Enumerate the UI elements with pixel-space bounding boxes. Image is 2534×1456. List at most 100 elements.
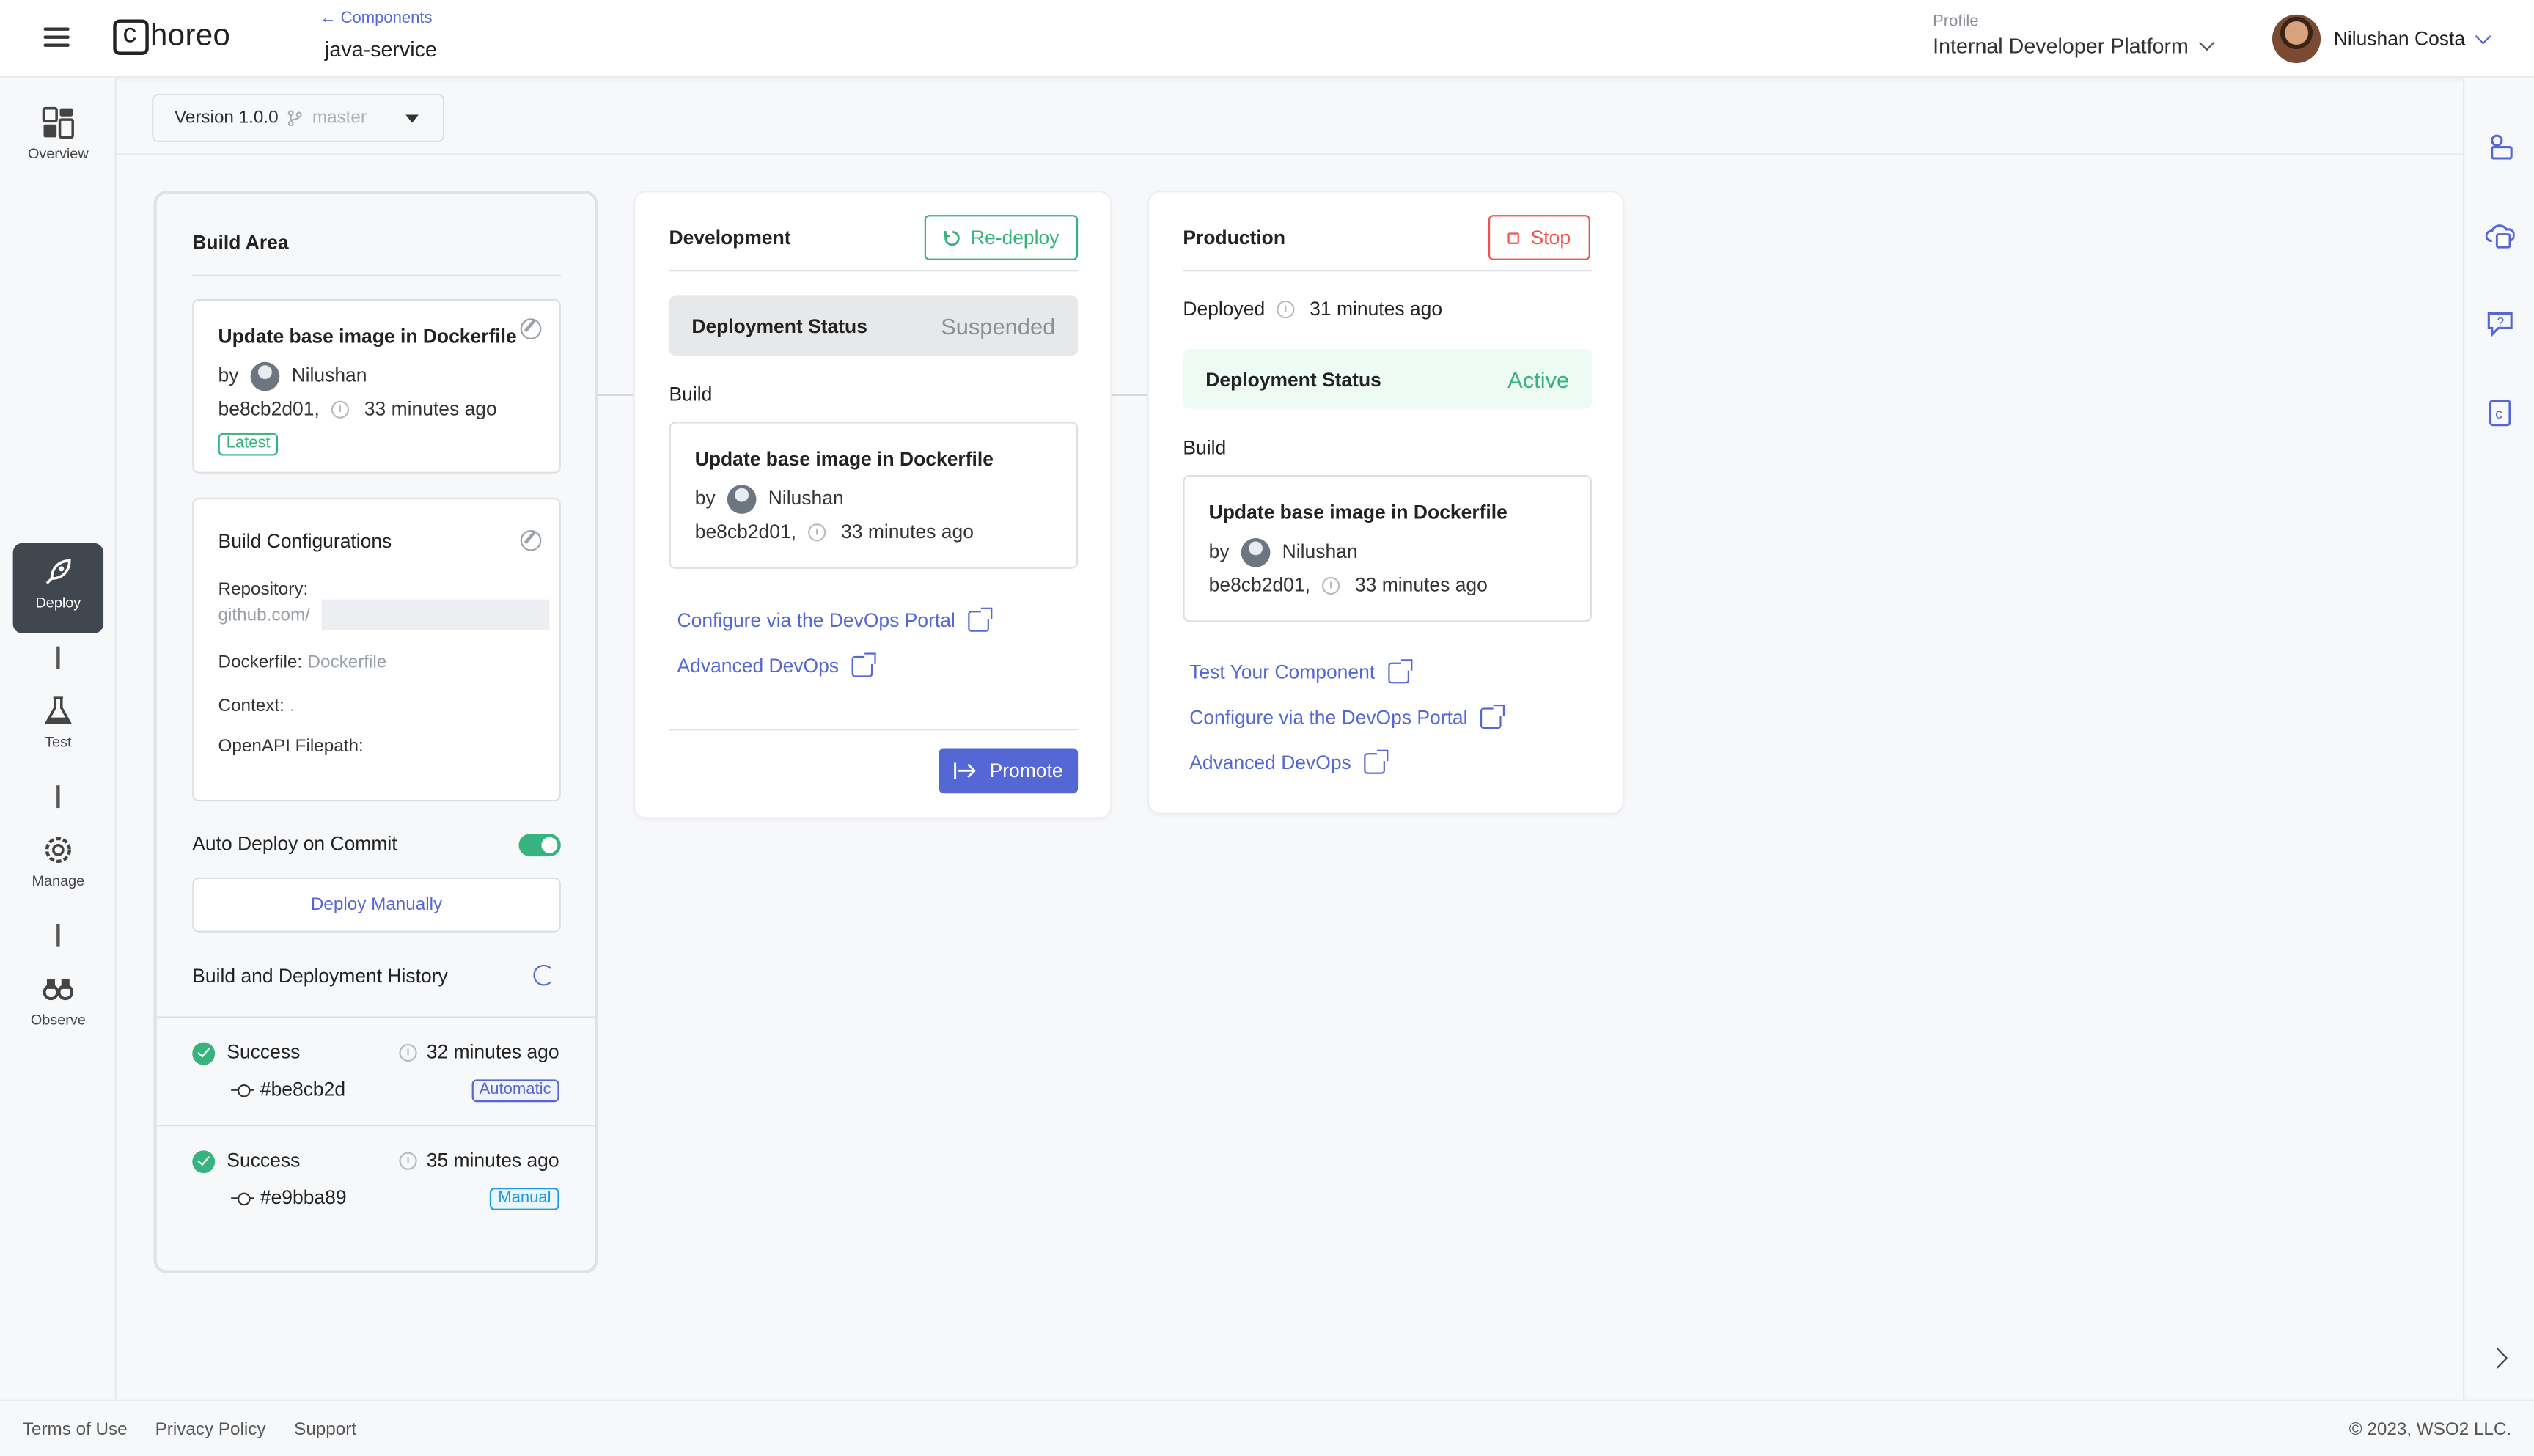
configure-devops-portal-link[interactable]: Configure via the DevOps Portal (1189, 703, 1505, 729)
external-link-icon (851, 652, 876, 677)
commit-author: Nilushan (291, 364, 367, 387)
redeploy-button[interactable]: Re-deploy (924, 215, 1079, 260)
nav-label-manage: Manage (32, 872, 85, 889)
nav-label-overview: Overview (27, 145, 89, 162)
deployment-status-label: Deployment Status (1205, 367, 1381, 391)
user-name: Nilushan Costa (2333, 27, 2466, 51)
commit-hash: be8cb2d01, (218, 397, 320, 421)
nav-label-test: Test (45, 733, 72, 750)
nav-connector (56, 785, 59, 809)
divider (192, 274, 561, 276)
privacy-link[interactable]: Privacy Policy (155, 1420, 266, 1439)
nav-connector (56, 924, 59, 947)
external-link-icon (1364, 749, 1389, 773)
context-row: Context: . (218, 694, 295, 716)
by-label: by (1208, 540, 1230, 563)
component-name: java-service (325, 37, 437, 62)
user-menu[interactable]: Nilushan Costa (2333, 27, 2492, 51)
stop-icon (1507, 232, 1520, 243)
commit-icon (231, 1192, 254, 1205)
history-time: 35 minutes ago (392, 1149, 559, 1172)
nav-item-overview[interactable]: Overview (13, 94, 103, 184)
history-row[interactable]: Success 35 minutes ago #e9bba89 Manual (157, 1125, 595, 1233)
test-your-component-link[interactable]: Test Your Component (1189, 658, 1412, 683)
user-avatar[interactable] (2272, 14, 2321, 63)
divider (669, 729, 1079, 731)
support-link[interactable]: Support (294, 1420, 356, 1439)
repository-label: Repository: (218, 580, 309, 600)
build-area-card: Build Area Update base image in Dockerfi… (153, 191, 598, 1273)
by-label: by (694, 486, 716, 510)
stop-button[interactable]: Stop (1488, 215, 1590, 260)
repository-redacted (321, 599, 550, 630)
edit-icon[interactable] (520, 318, 542, 339)
back-to-components-link[interactable]: ← Components (320, 10, 432, 27)
configure-devops-portal-link[interactable]: Configure via the DevOps Portal (677, 606, 993, 632)
component-code-icon[interactable] (2486, 133, 2515, 162)
left-nav: Overview Deploy Test Manage Observe (0, 77, 117, 1400)
history-row[interactable]: Success 32 minutes ago #be8cb2d Automati… (157, 1016, 595, 1125)
auto-deploy-toggle[interactable] (518, 834, 561, 857)
nav-item-test[interactable]: Test (13, 682, 103, 772)
clock-icon (1322, 577, 1340, 595)
commit-time: 33 minutes ago (1354, 573, 1488, 597)
link-label: Configure via the DevOps Portal (1189, 706, 1468, 729)
commit-title: Update base image in Dockerfile (218, 325, 517, 348)
external-link-icon (1387, 658, 1412, 683)
help-chat-icon[interactable]: ? (2486, 309, 2515, 338)
advanced-devops-link[interactable]: Advanced DevOps (677, 652, 876, 677)
version-label: Version 1.0.0 (175, 108, 279, 128)
link-label: Advanced DevOps (677, 654, 840, 677)
menu-icon[interactable] (43, 27, 70, 47)
external-link-icon (968, 606, 993, 631)
nav-item-deploy[interactable]: Deploy (12, 543, 104, 634)
commit-author-row: by Nilushan (218, 361, 367, 391)
history-trigger: Manual (490, 1185, 559, 1210)
promote-button[interactable]: Promote (939, 748, 1079, 794)
history-status: Success (192, 1149, 300, 1173)
edit-icon[interactable] (520, 529, 542, 551)
commit-hash: be8cb2d01, (694, 520, 797, 543)
build-area-title: Build Area (192, 231, 289, 254)
history-commit-text: #e9bba89 (260, 1185, 347, 1209)
repository-value: github.com/ (218, 606, 310, 625)
refresh-icon[interactable] (533, 964, 555, 986)
terms-link[interactable]: Terms of Use (23, 1420, 128, 1439)
context-label: Context: (218, 696, 284, 716)
divider (1183, 270, 1593, 272)
nav-connector (56, 646, 59, 669)
deployed-row: Deployed 31 minutes ago (1183, 298, 1442, 320)
nav-label-observe: Observe (30, 1011, 86, 1028)
version-bar: Version 1.0.0 master (116, 78, 2464, 155)
version-select[interactable]: Version 1.0.0 master (152, 93, 445, 142)
trigger-badge: Manual (490, 1188, 559, 1210)
dev-build-commit-card: Update base image in Dockerfile by Nilus… (669, 422, 1079, 569)
latest-badge: Latest (218, 433, 279, 456)
prod-build-commit-card: Update base image in Dockerfile by Nilus… (1183, 475, 1593, 622)
openapi-label: OpenAPI Filepath: (218, 737, 364, 757)
clipboard-icon[interactable]: c (2486, 397, 2515, 427)
clock-icon (331, 401, 350, 419)
external-link-icon (1480, 703, 1505, 728)
clock-icon (808, 523, 826, 543)
history-status-text: Success (227, 1149, 301, 1172)
caret-down-icon (405, 114, 419, 122)
nav-item-observe[interactable]: Observe (13, 960, 103, 1050)
deploy-manually-button[interactable]: Deploy Manually (192, 877, 561, 933)
commit-meta-row: be8cb2d01, 33 minutes ago (218, 397, 497, 420)
choreo-logo[interactable]: horeo (113, 18, 230, 55)
cloud-doc-icon[interactable] (2485, 220, 2515, 249)
nav-item-manage[interactable]: Manage (13, 821, 103, 911)
commit-meta-row: be8cb2d01, 33 minutes ago (1209, 573, 1488, 596)
link-label: Configure via the DevOps Portal (677, 608, 955, 632)
build-configurations-card: Build Configurations Repository: github.… (192, 497, 561, 802)
chevron-down-icon (2475, 27, 2492, 44)
author-avatar (250, 361, 280, 391)
commit-author-row: by Nilushan (695, 485, 844, 514)
profile-selector[interactable]: Internal Developer Platform (1933, 34, 2216, 58)
deployment-status-value: Active (1507, 366, 1570, 392)
svg-text:c: c (2495, 406, 2502, 422)
advanced-devops-link[interactable]: Advanced DevOps (1189, 749, 1389, 774)
auto-deploy-label: Auto Deploy on Commit (192, 832, 397, 855)
history-time-text: 32 minutes ago (426, 1040, 559, 1064)
